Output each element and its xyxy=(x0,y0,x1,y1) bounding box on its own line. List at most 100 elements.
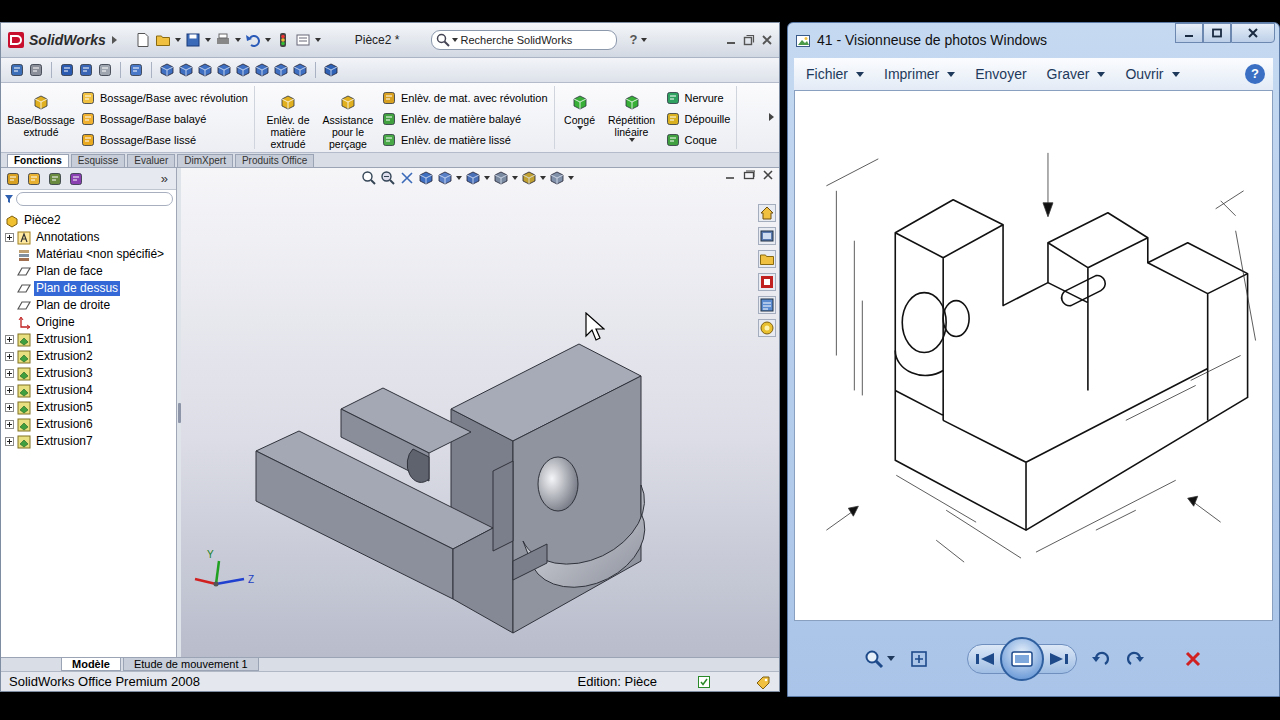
view-orientation-icon[interactable] xyxy=(178,62,194,78)
delete-icon[interactable] xyxy=(1187,653,1199,665)
dropdown-arrow-icon[interactable] xyxy=(175,38,181,42)
feature-icon[interactable] xyxy=(622,92,642,112)
view-orientation-icon[interactable] xyxy=(325,64,337,76)
tool-icon[interactable] xyxy=(131,65,142,76)
scroll-right-icon[interactable] xyxy=(769,113,774,121)
task-pane-icon[interactable] xyxy=(764,279,770,285)
minimize-button[interactable] xyxy=(1175,23,1203,43)
expand-icon[interactable] xyxy=(6,370,14,378)
tree-item[interactable]: Extrusion7 xyxy=(5,433,174,450)
tree-item[interactable]: Plan de face xyxy=(5,263,174,280)
ribbon-small-button[interactable]: Enlèv. de matière balayé xyxy=(381,111,548,127)
task-pane-icon[interactable] xyxy=(763,303,771,309)
expand-icon[interactable] xyxy=(5,420,14,429)
expand-icon[interactable] xyxy=(6,438,14,446)
part-model[interactable] xyxy=(216,579,244,584)
dropdown-arrow-icon[interactable] xyxy=(205,38,211,42)
panel-tab-icon[interactable] xyxy=(5,171,21,187)
view-tool-icon[interactable] xyxy=(493,170,509,186)
feature-icon[interactable] xyxy=(667,114,678,125)
view-tool-icon[interactable] xyxy=(390,180,394,184)
actual-size-icon[interactable] xyxy=(915,655,923,663)
ribbon-label[interactable]: Enlèv. de matière extrudé xyxy=(261,114,315,150)
view-orientation-icon[interactable] xyxy=(161,67,173,76)
view-orientation-icon[interactable] xyxy=(218,64,230,76)
slideshow-button[interactable] xyxy=(1000,637,1044,681)
view-orientation-icon[interactable] xyxy=(254,62,270,78)
menu-item[interactable]: Imprimer xyxy=(884,64,955,85)
feature-icon[interactable] xyxy=(31,92,51,112)
options-icon[interactable] xyxy=(299,38,307,41)
feature-icon[interactable] xyxy=(626,96,638,109)
print-icon[interactable] xyxy=(217,38,229,44)
close-icon[interactable] xyxy=(1247,28,1259,38)
view-orientation-icon[interactable] xyxy=(275,67,287,76)
view-orientation-icon[interactable] xyxy=(180,64,192,76)
tree-item[interactable]: Extrusion4 xyxy=(5,382,174,399)
expand-icon[interactable] xyxy=(6,234,14,242)
close-icon[interactable] xyxy=(763,170,773,180)
tool-icon[interactable] xyxy=(100,65,111,76)
feature-icon[interactable] xyxy=(338,92,358,112)
actual-size-icon[interactable] xyxy=(912,652,926,666)
maximize-button[interactable] xyxy=(1203,23,1231,43)
dropdown-arrow-icon[interactable] xyxy=(315,38,321,42)
tree-item[interactable]: Annotations xyxy=(5,229,174,246)
tool-icon[interactable] xyxy=(31,65,42,76)
minimize-icon[interactable] xyxy=(1183,28,1195,38)
view-orientation-icon[interactable] xyxy=(216,62,232,78)
rebuild-icon[interactable] xyxy=(275,32,291,48)
magnifier-icon[interactable] xyxy=(864,649,884,669)
expand-icon[interactable] xyxy=(7,337,12,342)
minimize-icon[interactable] xyxy=(725,170,735,180)
part-model[interactable] xyxy=(214,582,219,587)
expand-icon[interactable] xyxy=(5,233,14,242)
ribbon-label[interactable]: Base/Bossage extrudé xyxy=(5,114,77,138)
ribbon-label[interactable]: Bossage/Base avec révolution xyxy=(100,91,248,105)
restore-icon[interactable] xyxy=(745,173,754,179)
slideshow-icon[interactable] xyxy=(1010,649,1034,669)
expand-icon[interactable] xyxy=(7,235,12,240)
tree-root-label[interactable]: Pièce2 xyxy=(22,213,63,228)
expand-icon[interactable] xyxy=(5,437,14,446)
view-tool-icon[interactable] xyxy=(361,170,377,186)
view-tool-icon[interactable] xyxy=(521,170,537,186)
magnifier-icon[interactable] xyxy=(867,651,878,662)
feature-icon[interactable] xyxy=(31,92,51,112)
tool-icon[interactable] xyxy=(28,62,44,78)
part-model[interactable] xyxy=(216,561,219,584)
view-tool-icon[interactable] xyxy=(465,170,481,186)
command-tab[interactable]: Evaluer xyxy=(127,154,175,167)
rebuild-status-icon[interactable] xyxy=(697,675,711,689)
dropdown-arrow-icon[interactable] xyxy=(887,656,895,661)
rotate-left-icon[interactable] xyxy=(1091,649,1111,669)
expand-icon[interactable] xyxy=(5,335,14,344)
rebuild-icon[interactable] xyxy=(281,38,285,42)
close-icon[interactable] xyxy=(1249,29,1257,37)
model-tab[interactable]: Modèle xyxy=(61,658,121,671)
ribbon-label[interactable]: Bossage/Base balayé xyxy=(100,112,206,126)
slideshow-icon[interactable] xyxy=(1010,649,1034,669)
feature-icon[interactable] xyxy=(665,132,681,148)
task-pane-icon[interactable] xyxy=(758,273,776,291)
view-tool-icon[interactable] xyxy=(437,170,453,186)
panel-tab-icon[interactable] xyxy=(5,171,21,187)
task-pane-icon[interactable] xyxy=(758,227,776,245)
maximize-icon[interactable] xyxy=(1211,28,1223,38)
close-icon[interactable] xyxy=(1247,28,1259,38)
feature-icon[interactable] xyxy=(667,93,678,104)
tool-icon[interactable] xyxy=(62,65,73,76)
view-tool-icon[interactable] xyxy=(495,175,507,184)
feature-icon[interactable] xyxy=(80,90,96,106)
save-icon[interactable] xyxy=(187,34,199,46)
part-model[interactable] xyxy=(195,579,216,584)
menu-item[interactable]: Fichier xyxy=(806,64,864,85)
expand-icon[interactable] xyxy=(5,335,14,344)
feature-icon[interactable] xyxy=(665,111,681,127)
view-orientation-icon[interactable] xyxy=(159,62,175,78)
tool-icon[interactable] xyxy=(102,68,108,71)
panel-tab-icon[interactable] xyxy=(26,171,42,187)
view-orientation-icon[interactable] xyxy=(218,67,230,76)
feature-icon[interactable] xyxy=(85,96,91,99)
view-tool-icon[interactable] xyxy=(402,173,412,183)
